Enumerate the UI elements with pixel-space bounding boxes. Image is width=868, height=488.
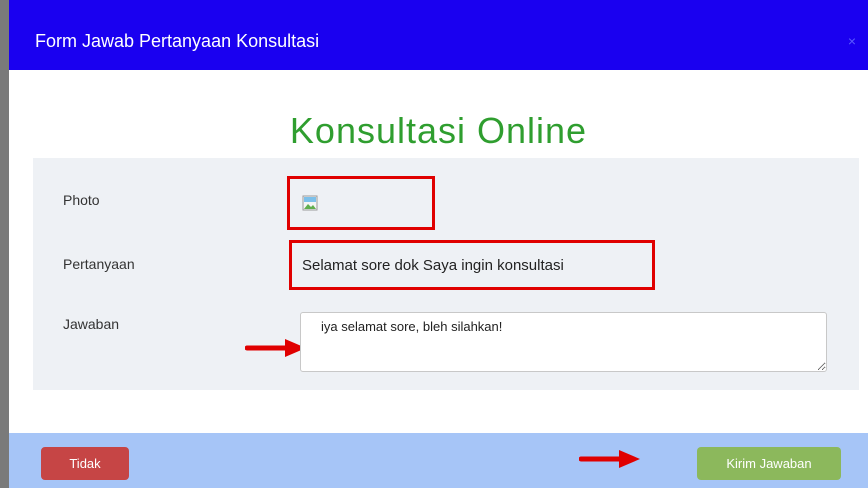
photo-label: Photo [63,192,100,208]
broken-image-icon [302,195,318,211]
submit-answer-button[interactable]: Kirim Jawaban [697,447,841,480]
consultation-answer-modal: Form Jawab Pertanyaan Konsultasi × Konsu… [9,0,868,488]
background-window-edge [0,0,9,488]
question-text: Selamat sore dok Saya ingin konsultasi [302,257,564,274]
form-heading: Konsultasi Online [289,110,588,151]
question-highlight-box: Selamat sore dok Saya ingin konsultasi [289,240,655,290]
answer-label: Jawaban [63,316,120,332]
modal-footer: Tidak Kirim Jawaban [9,433,868,488]
modal-title: Form Jawab Pertanyaan Konsultasi [35,31,320,51]
answer-textarea[interactable]: iya selamat sore, bleh silahkan! [300,312,827,372]
modal-header: Form Jawab Pertanyaan Konsultasi × [9,0,868,70]
red-arrow-icon [579,450,640,468]
photo-highlight-box [287,176,435,230]
cancel-button[interactable]: Tidak [41,447,129,480]
question-label: Pertanyaan [63,256,135,272]
form-panel: Photo Pertanyaan Selamat sore dok Saya i… [33,158,859,390]
close-icon[interactable]: × [848,33,856,49]
red-arrow-icon [245,339,306,357]
